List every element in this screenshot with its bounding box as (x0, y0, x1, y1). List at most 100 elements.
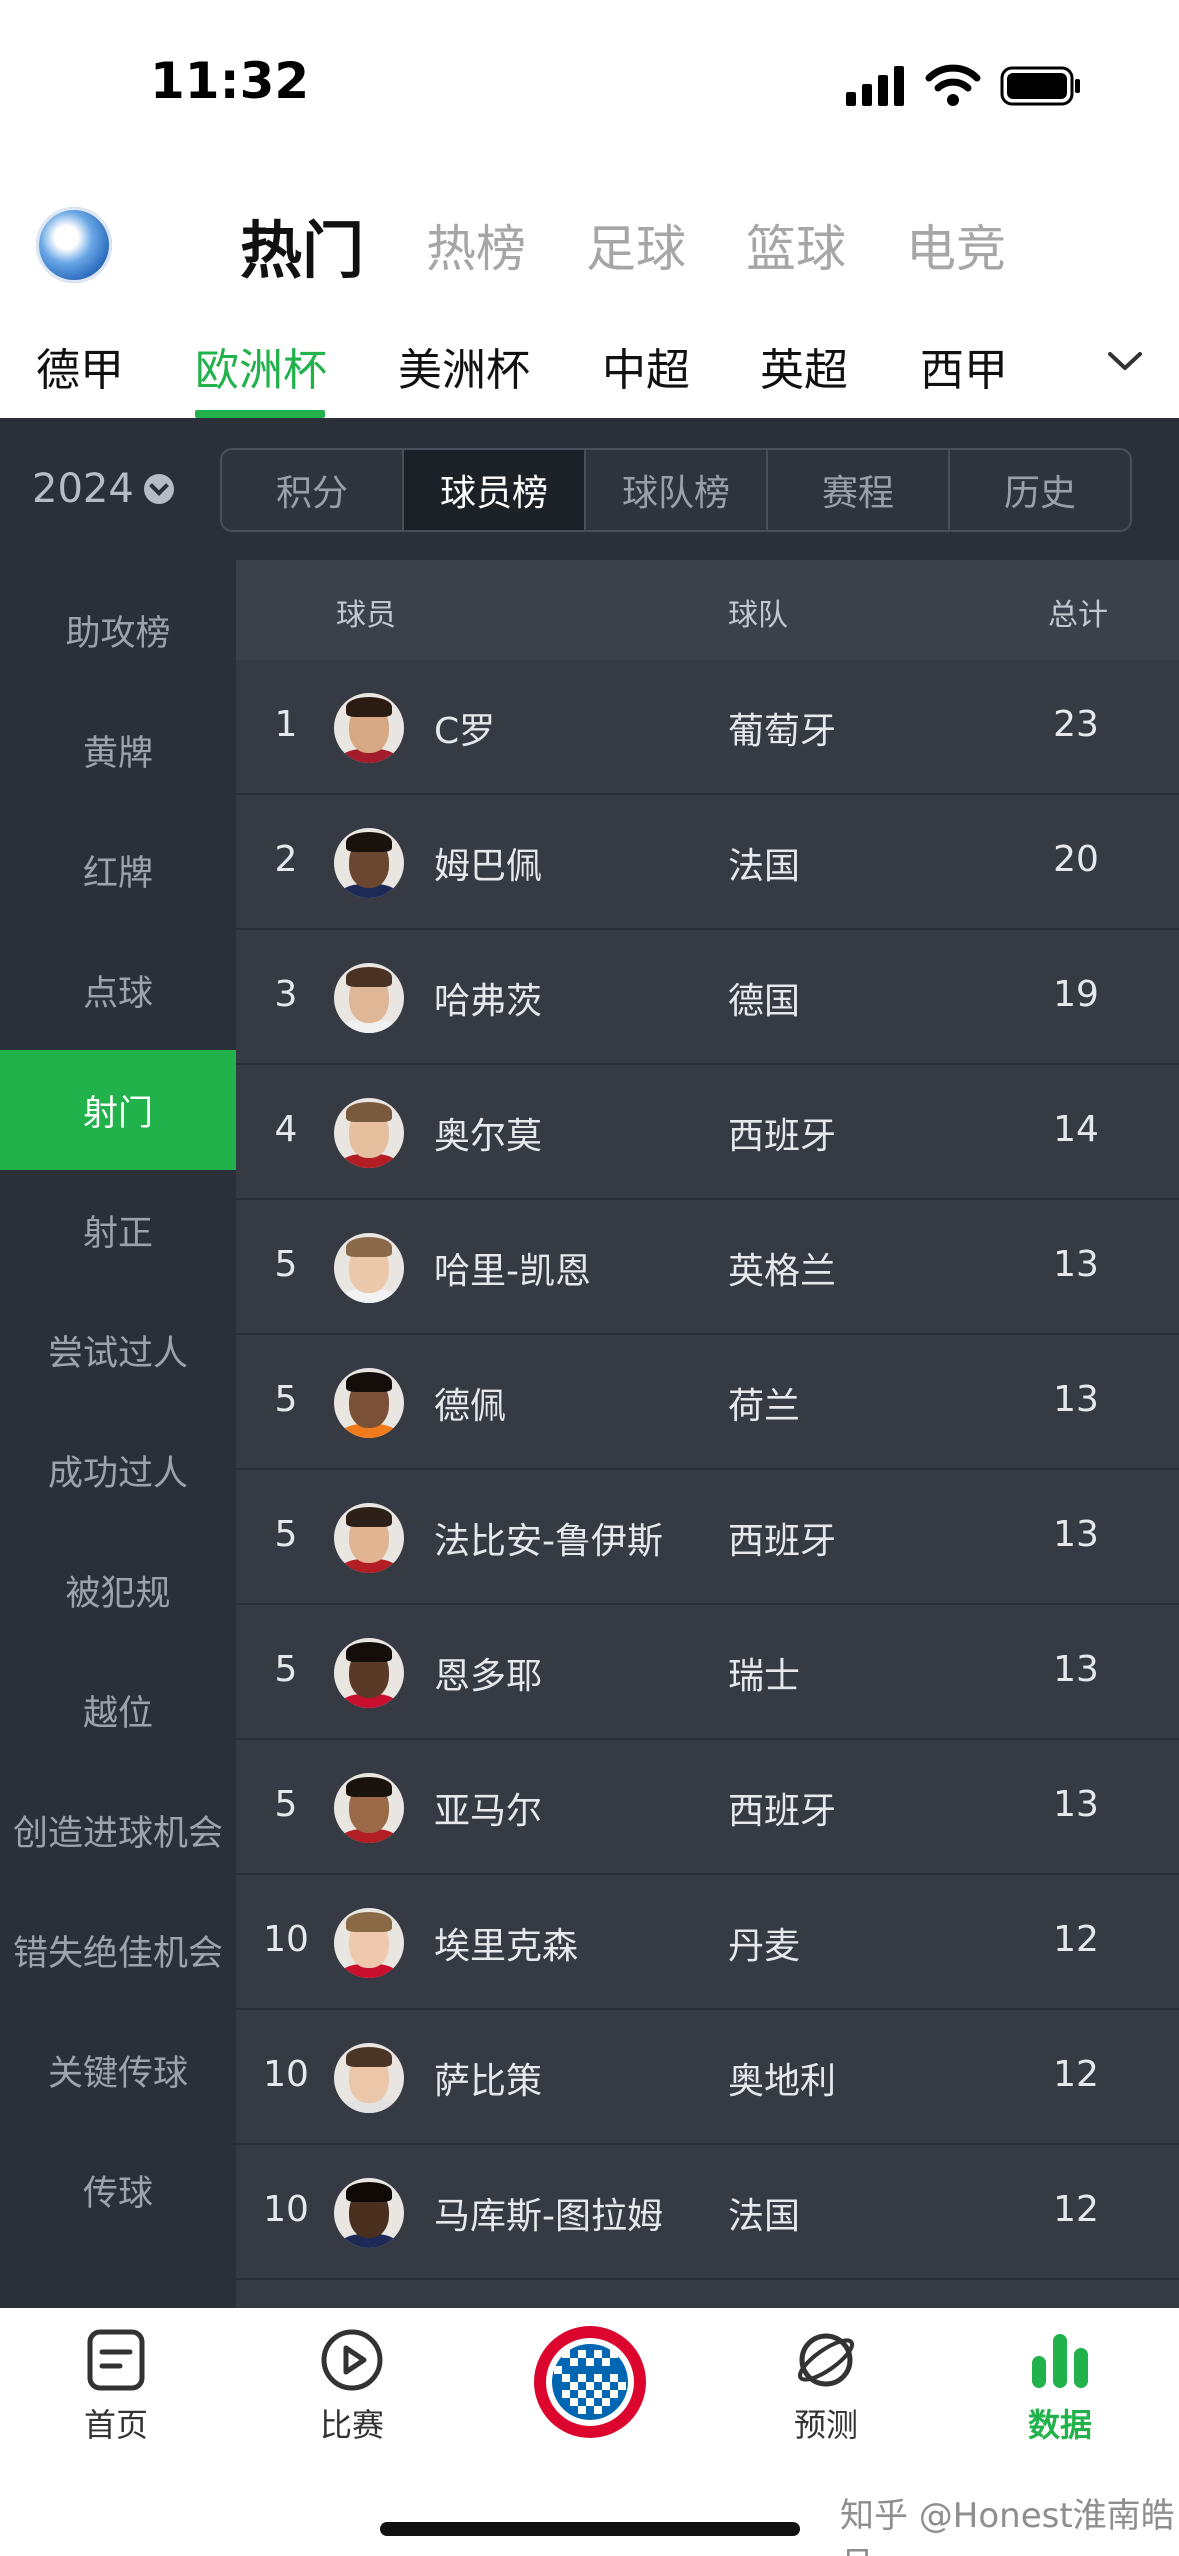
league-tab-1[interactable]: 欧洲杯 (195, 334, 327, 398)
main-tab-4[interactable]: 电竞 (906, 209, 1006, 281)
sidebar-item-10[interactable]: 创造进球机会 (0, 1770, 236, 1890)
nav-predict-label: 预测 (793, 2406, 858, 2444)
sidebar-item-12[interactable]: 关键传球 (0, 2010, 236, 2130)
planet-icon (797, 2333, 855, 2387)
player-avatar (334, 963, 404, 1033)
segment-3[interactable]: 赛程 (768, 450, 950, 530)
sidebar-item-4[interactable]: 射门 (0, 1050, 236, 1170)
nav-matches-label: 比赛 (319, 2406, 384, 2444)
league-tab-3[interactable]: 中超 (602, 334, 690, 398)
rank: 5 (274, 1244, 298, 1285)
player-name: 埃里克森 (434, 1926, 579, 1967)
header-total: 总计 (1048, 598, 1108, 633)
stat-total: 13 (1053, 1244, 1099, 1285)
stat-total: 12 (1053, 2054, 1099, 2095)
player-avatar (334, 1908, 404, 1978)
play-icon (321, 2329, 383, 2391)
league-tab-5[interactable]: 西甲 (920, 334, 1008, 398)
table-row[interactable]: 5 德佩 荷兰 13 (236, 1335, 1179, 1470)
league-tab-2[interactable]: 美洲杯 (398, 334, 530, 398)
stat-total: 13 (1053, 1784, 1099, 1825)
league-tab-0[interactable]: 德甲 (36, 334, 124, 398)
rank: 10 (263, 1919, 309, 1960)
chevron-down-icon[interactable] (1105, 346, 1145, 376)
nav-matches[interactable]: 比赛 (272, 2328, 432, 2446)
rank: 5 (274, 1649, 298, 1690)
sidebar-item-8[interactable]: 被犯规 (0, 1530, 236, 1650)
sidebar-item-3[interactable]: 点球 (0, 930, 236, 1050)
segment-0[interactable]: 积分 (222, 450, 404, 530)
table-row[interactable]: 1 C罗 葡萄牙 23 (236, 660, 1179, 795)
bottom-nav: 首页 比赛 预测 数据 知乎 @Honest淮南皓 (0, 2308, 1179, 2556)
main-tab-3[interactable]: 篮球 (746, 209, 846, 281)
table-row[interactable]: 4 奥尔莫 西班牙 14 (236, 1065, 1179, 1200)
player-avatar (334, 2043, 404, 2113)
table-row[interactable]: 10 埃里克森 丹麦 12 (236, 1875, 1179, 2010)
player-name: C罗 (434, 711, 496, 752)
nav-home-label: 首页 (83, 2406, 148, 2444)
main-tab-2[interactable]: 足球 (586, 209, 686, 281)
document-icon (87, 2329, 145, 2391)
player-name: 萨比策 (434, 2061, 543, 2102)
player-team: 西班牙 (728, 1116, 837, 1157)
table-row[interactable]: 5 恩多耶 瑞士 13 (236, 1605, 1179, 1740)
player-avatar (334, 828, 404, 898)
player-name: 德佩 (434, 1386, 507, 1427)
sidebar-item-5[interactable]: 射正 (0, 1170, 236, 1290)
player-name: 恩多耶 (434, 1656, 543, 1697)
sidebar-item-9[interactable]: 越位 (0, 1650, 236, 1770)
season-selector[interactable]: 2024 (32, 466, 174, 512)
league-tab-4[interactable]: 英超 (760, 334, 848, 398)
table-row[interactable]: 2 姆巴佩 法国 20 (236, 795, 1179, 930)
rank: 4 (274, 1109, 298, 1150)
table-header: 球员 球队 总计 (236, 560, 1179, 660)
table-row[interactable]: 5 法比安-鲁伊斯 西班牙 13 (236, 1470, 1179, 1605)
sidebar-item-1[interactable]: 黄牌 (0, 690, 236, 810)
sidebar-item-13[interactable]: 传球 (0, 2130, 236, 2250)
app-logo[interactable] (36, 207, 112, 283)
player-team: 荷兰 (728, 1386, 801, 1427)
chevron-down-icon (143, 474, 174, 504)
player-name: 马库斯-图拉姆 (434, 2196, 663, 2237)
sidebar-item-2[interactable]: 红牌 (0, 810, 236, 930)
rank: 2 (274, 839, 298, 880)
club-badge-icon[interactable] (532, 2324, 648, 2440)
table-row[interactable]: 10 萨比策 奥地利 12 (236, 2010, 1179, 2145)
stat-total: 13 (1053, 1649, 1099, 1690)
table-row[interactable]: 5 亚马尔 西班牙 13 (236, 1740, 1179, 1875)
battery-icon (1000, 66, 1080, 106)
nav-predict[interactable]: 预测 (746, 2328, 906, 2446)
player-team: 丹麦 (728, 1926, 801, 1967)
stat-total: 12 (1053, 2189, 1099, 2230)
sidebar-item-0[interactable]: 助攻榜 (0, 570, 236, 690)
table-row[interactable]: 3 哈弗茨 德国 19 (236, 930, 1179, 1065)
nav-data[interactable]: 数据 (980, 2328, 1140, 2446)
nav-home[interactable]: 首页 (36, 2328, 196, 2446)
player-avatar (334, 1503, 404, 1573)
player-team: 西班牙 (728, 1791, 837, 1832)
player-name: 亚马尔 (434, 1791, 543, 1832)
stat-total: 19 (1053, 974, 1099, 1015)
main-tab-0[interactable]: 热门 (240, 200, 364, 290)
sidebar-item-11[interactable]: 错失绝佳机会 (0, 1890, 236, 2010)
sidebar-item-6[interactable]: 尝试过人 (0, 1290, 236, 1410)
player-team: 英格兰 (728, 1251, 837, 1292)
home-indicator[interactable] (380, 2522, 800, 2536)
main-tab-1[interactable]: 热榜 (426, 209, 526, 281)
player-avatar (334, 1773, 404, 1843)
sidebar-item-7[interactable]: 成功过人 (0, 1410, 236, 1530)
rank: 1 (274, 704, 298, 745)
player-team: 葡萄牙 (728, 711, 837, 752)
player-avatar (334, 1638, 404, 1708)
active-tab-indicator (195, 410, 325, 418)
segment-2[interactable]: 球队榜 (586, 450, 768, 530)
table-row[interactable]: 10 马库斯-图拉姆 法国 12 (236, 2145, 1179, 2280)
rank: 10 (263, 2054, 309, 2095)
segment-1[interactable]: 球员榜 (404, 450, 586, 530)
table-row[interactable]: 5 哈里-凯恩 英格兰 13 (236, 1200, 1179, 1335)
segment-4[interactable]: 历史 (950, 450, 1130, 530)
league-tabs: 德甲 欧洲杯 美洲杯 中超 英超 西甲 (0, 318, 1179, 418)
player-avatar (334, 693, 404, 763)
stat-total: 20 (1053, 839, 1099, 880)
rank: 10 (263, 2189, 309, 2230)
